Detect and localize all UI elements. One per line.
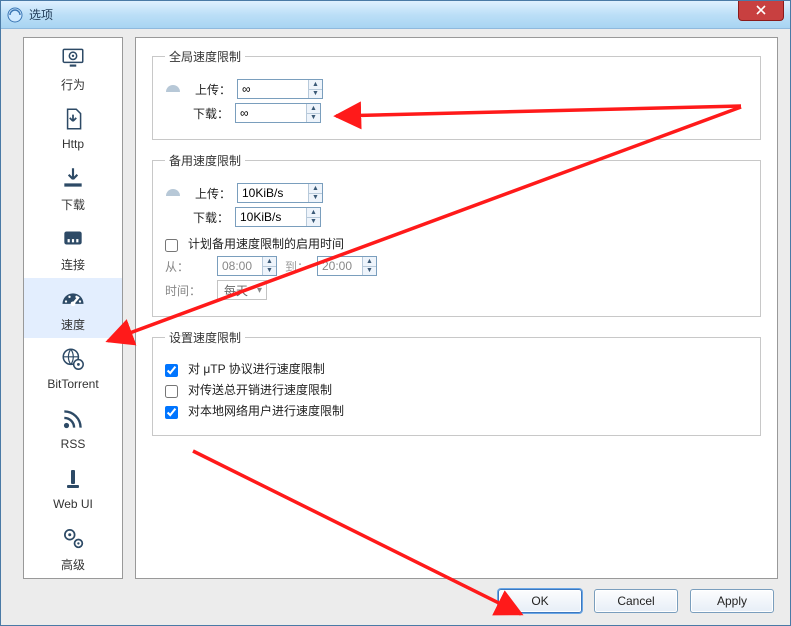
global-speed-group: 全局速度限制 上传： ▲▼ 下载： ▲▼ (152, 48, 761, 140)
spin-down-icon[interactable]: ▼ (309, 90, 322, 99)
schedule-to-input[interactable] (318, 257, 362, 275)
spin-down-icon[interactable]: ▼ (307, 114, 320, 123)
spin-down-icon[interactable]: ▼ (307, 218, 320, 227)
sidebar-item-connection[interactable]: 连接 (24, 218, 122, 278)
download-tray-icon (59, 164, 87, 192)
monitor-gear-icon (59, 44, 87, 72)
group-legend: 全局速度限制 (165, 48, 245, 65)
rate-settings-group: 设置速度限制 对 μTP 协议进行速度限制 对传送总开销进行速度限制 对本地网络… (152, 329, 761, 436)
schedule-from-label: 从： (165, 258, 211, 275)
sidebar-item-advanced[interactable]: 高级 (24, 518, 122, 578)
gauge-small-icon (165, 82, 181, 96)
spin-down-icon[interactable]: ▼ (363, 267, 376, 276)
app-icon (7, 7, 23, 23)
schedule-checkbox-label[interactable]: 计划备用速度限制的启用时间 (188, 235, 344, 252)
global-upload-label: 上传： (189, 81, 231, 98)
alt-upload-input[interactable] (238, 184, 308, 202)
schedule-from-spinner[interactable]: ▲▼ (217, 256, 277, 276)
speed-panel: 全局速度限制 上传： ▲▼ 下载： ▲▼ (135, 37, 778, 579)
alt-download-input[interactable] (236, 208, 306, 226)
global-download-input[interactable] (236, 104, 306, 122)
apply-button[interactable]: Apply (690, 589, 774, 613)
window-control-group (738, 0, 790, 21)
opt-utp-checkbox[interactable] (165, 364, 178, 377)
group-legend: 设置速度限制 (165, 329, 245, 346)
sidebar-item-rss[interactable]: RSS (24, 398, 122, 458)
schedule-days-value: 每天 (224, 282, 248, 299)
dialog-buttons: OK Cancel Apply (498, 589, 774, 613)
global-download-label: 下载： (187, 105, 229, 122)
sidebar-item-http[interactable]: Http (24, 98, 122, 158)
sidebar-item-label: Web UI (53, 497, 93, 511)
schedule-from-input[interactable] (218, 257, 262, 275)
spin-up-icon[interactable]: ▲ (307, 208, 320, 218)
group-legend: 备用速度限制 (165, 152, 245, 169)
spin-up-icon[interactable]: ▲ (307, 104, 320, 114)
sidebar-item-label: BitTorrent (47, 377, 98, 391)
ethernet-icon (59, 224, 87, 252)
ok-button[interactable]: OK (498, 589, 582, 613)
spin-up-icon[interactable]: ▲ (363, 257, 376, 267)
opt-local-checkbox[interactable] (165, 406, 178, 419)
options-dialog: 选项 行为 Http (0, 0, 791, 626)
alt-download-spinner[interactable]: ▲▼ (235, 207, 321, 227)
gauge-icon (59, 284, 87, 312)
document-download-icon (59, 105, 87, 133)
opt-local-label[interactable]: 对本地网络用户进行速度限制 (188, 402, 344, 419)
sidebar: 行为 Http 下载 连接 (23, 37, 123, 579)
alt-upload-label: 上传： (189, 185, 231, 202)
client-area: 行为 Http 下载 连接 (9, 37, 782, 579)
spin-down-icon[interactable]: ▼ (263, 267, 276, 276)
opt-overhead-checkbox[interactable] (165, 385, 178, 398)
spin-up-icon[interactable]: ▲ (263, 257, 276, 267)
sidebar-item-bittorrent[interactable]: BitTorrent (24, 338, 122, 398)
alt-speed-group: 备用速度限制 上传： ▲▼ 下载： ▲▼ (152, 152, 761, 317)
sidebar-item-behavior[interactable]: 行为 (24, 38, 122, 98)
gears-icon (59, 524, 87, 552)
globe-gear-icon (59, 345, 87, 373)
sidebar-item-label: RSS (61, 437, 86, 451)
global-upload-spinner[interactable]: ▲▼ (237, 79, 323, 99)
schedule-checkbox[interactable] (165, 239, 178, 252)
server-icon (59, 465, 87, 493)
sidebar-item-webui[interactable]: Web UI (24, 458, 122, 518)
spin-up-icon[interactable]: ▲ (309, 80, 322, 90)
spin-down-icon[interactable]: ▼ (309, 194, 322, 203)
titlebar: 选项 (1, 1, 790, 29)
alt-upload-spinner[interactable]: ▲▼ (237, 183, 323, 203)
opt-overhead-label[interactable]: 对传送总开销进行速度限制 (188, 381, 332, 398)
sidebar-item-download[interactable]: 下载 (24, 158, 122, 218)
schedule-days-label: 时间： (165, 282, 211, 299)
rss-icon (59, 405, 87, 433)
sidebar-item-label: 行为 (61, 76, 85, 93)
sidebar-item-label: 高级 (61, 556, 85, 573)
schedule-to-spinner[interactable]: ▲▼ (317, 256, 377, 276)
sidebar-item-label: Http (62, 137, 84, 151)
opt-utp-label[interactable]: 对 μTP 协议进行速度限制 (188, 360, 325, 377)
sidebar-item-label: 下载 (61, 196, 85, 213)
global-upload-input[interactable] (238, 80, 308, 98)
cancel-button[interactable]: Cancel (594, 589, 678, 613)
close-button[interactable] (738, 0, 784, 21)
alt-download-label: 下载： (187, 209, 229, 226)
gauge-small-icon (165, 186, 181, 200)
schedule-days-select[interactable]: 每天 (217, 280, 267, 300)
schedule-to-label: 到： (283, 258, 311, 275)
global-download-spinner[interactable]: ▲▼ (235, 103, 321, 123)
sidebar-item-label: 速度 (61, 316, 85, 333)
spin-up-icon[interactable]: ▲ (309, 184, 322, 194)
sidebar-item-label: 连接 (61, 256, 85, 273)
sidebar-item-speed[interactable]: 速度 (24, 278, 122, 338)
window-title: 选项 (29, 6, 786, 23)
